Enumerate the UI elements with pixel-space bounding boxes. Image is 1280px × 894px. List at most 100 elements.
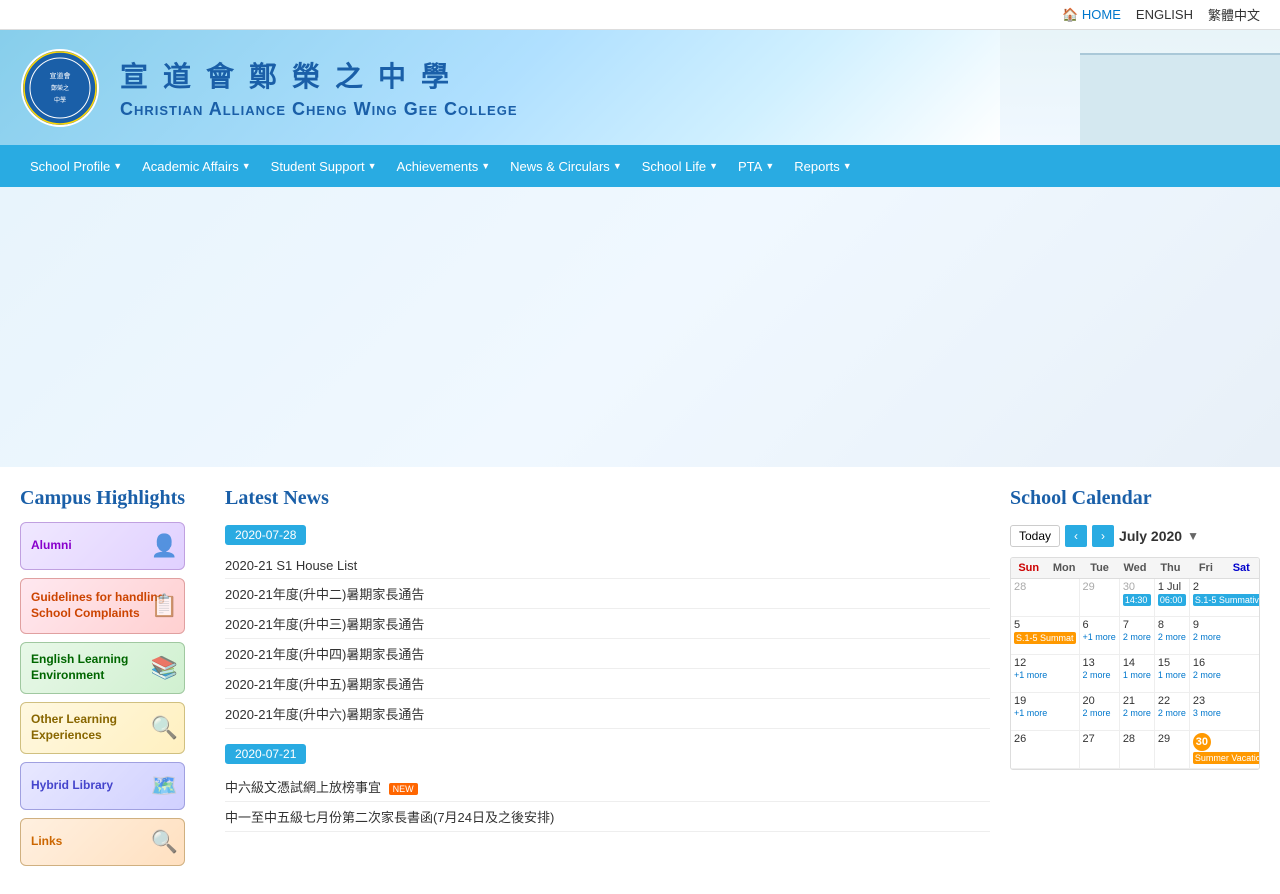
cal-cell[interactable]: 2S.1-5 Summativ: [1190, 579, 1260, 617]
calendar-days-header: Sun Mon Tue Wed Thu Fri Sat: [1011, 558, 1259, 579]
news-item[interactable]: 2020-21年度(升中五)暑期家長通告: [225, 669, 990, 699]
news-item[interactable]: 2020-21年度(升中四)暑期家長通告: [225, 639, 990, 669]
banner-slideshow[interactable]: [0, 187, 1280, 467]
news-item[interactable]: 2020-21年度(升中六)暑期家長通告: [225, 699, 990, 729]
nav-arrow-icon: ▼: [113, 161, 122, 171]
nav-arrow-icon: ▼: [709, 161, 718, 171]
cal-cell[interactable]: 212 more: [1120, 693, 1155, 731]
calendar-next-button[interactable]: ›: [1092, 525, 1114, 547]
home-link[interactable]: 🏠 HOME: [1062, 7, 1121, 23]
cal-cell[interactable]: 29: [1080, 579, 1120, 617]
sidebar-card-links[interactable]: Links 🔍: [20, 818, 185, 866]
news-date-badge-1: 2020-07-21: [225, 744, 306, 764]
cal-cell[interactable]: 82 more: [1155, 617, 1190, 655]
new-badge: NEW: [389, 783, 418, 795]
news-group-0: 2020-07-28 2020-21 S1 House List 2020-21…: [225, 525, 990, 729]
library-icon: 🗺️: [151, 773, 178, 799]
school-logo[interactable]: 宣道會 鄭榮之 中學: [20, 48, 100, 128]
calendar-today-button[interactable]: Today: [1010, 525, 1060, 547]
news-title: Latest News: [225, 487, 990, 510]
nav-arrow-icon: ▼: [481, 161, 490, 171]
cal-cell[interactable]: 27: [1080, 731, 1120, 769]
nav-school-life[interactable]: School Life ▼: [632, 147, 728, 186]
news-item[interactable]: 2020-21 S1 House List: [225, 553, 990, 579]
sidebar-card-library[interactable]: Hybrid Library 🗺️: [20, 762, 185, 810]
nav-reports[interactable]: Reports ▼: [784, 147, 861, 186]
sidebar-card-alumni[interactable]: Alumni 👤: [20, 522, 185, 570]
nav-arrow-icon: ▼: [242, 161, 251, 171]
sidebar-card-complaints[interactable]: Guidelines for handling School Complaint…: [20, 578, 185, 634]
calendar-body: 28 29 3014:30 1 Jul06:00 2S.1-5 Summativ…: [1011, 579, 1259, 769]
cal-cell[interactable]: 233 more: [1190, 693, 1260, 731]
cal-cell[interactable]: 29: [1155, 731, 1190, 769]
nav-academic-affairs[interactable]: Academic Affairs ▼: [132, 147, 261, 186]
nav-arrow-icon: ▼: [765, 161, 774, 171]
cal-head-thu: Thu: [1153, 558, 1188, 578]
header-building-image: [1000, 30, 1280, 145]
news-item[interactable]: 中一至中五級七月份第二次家長書函(7月24日及之後安排): [225, 802, 990, 832]
calendar-grid: Sun Mon Tue Wed Thu Fri Sat 28 29 3014:3…: [1010, 557, 1260, 770]
cal-cell[interactable]: 92 more: [1190, 617, 1260, 655]
news-item[interactable]: 2020-21年度(升中三)暑期家長通告: [225, 609, 990, 639]
calendar-prev-button[interactable]: ‹: [1065, 525, 1087, 547]
cal-head-wed: Wed: [1117, 558, 1152, 578]
nav-pta[interactable]: PTA ▼: [728, 147, 784, 186]
cal-cell[interactable]: 151 more: [1155, 655, 1190, 693]
english-icon: 📚: [151, 655, 178, 681]
calendar-title: School Calendar: [1010, 487, 1260, 510]
cal-cell[interactable]: 72 more: [1120, 617, 1155, 655]
cal-cell[interactable]: 19+1 more: [1011, 693, 1080, 731]
cal-cell[interactable]: 141 more: [1120, 655, 1155, 693]
cal-cell[interactable]: 12+1 more: [1011, 655, 1080, 693]
cal-head-fri: Fri: [1188, 558, 1223, 578]
cal-cell-today[interactable]: 30Summer Vacation: [1190, 731, 1260, 769]
cal-cell[interactable]: 162 more: [1190, 655, 1260, 693]
cal-cell[interactable]: 222 more: [1155, 693, 1190, 731]
sidebar-card-other[interactable]: Other Learning Experiences 🔍: [20, 702, 185, 754]
cal-head-sun: Sun: [1011, 558, 1046, 578]
calendar-month-label: July 2020: [1119, 528, 1182, 544]
nav-achievements[interactable]: Achievements ▼: [387, 147, 501, 186]
main-nav: School Profile ▼ Academic Affairs ▼ Stud…: [0, 145, 1280, 187]
calendar-dropdown-icon[interactable]: ▼: [1187, 529, 1199, 543]
cal-cell[interactable]: 26: [1011, 731, 1080, 769]
sidebar-title: Campus Highlights: [20, 487, 205, 510]
nav-arrow-icon: ▼: [368, 161, 377, 171]
cal-cell[interactable]: 3014:30: [1120, 579, 1155, 617]
nav-school-profile[interactable]: School Profile ▼: [20, 147, 132, 186]
cal-head-sat: Sat: [1224, 558, 1259, 578]
cal-cell[interactable]: 1 Jul06:00: [1155, 579, 1190, 617]
sidebar-card-english[interactable]: English Learning Environment 📚: [20, 642, 185, 694]
cal-cell[interactable]: 202 more: [1080, 693, 1120, 731]
complaints-icon: 📋: [151, 593, 178, 619]
svg-text:鄭榮之: 鄭榮之: [51, 84, 69, 92]
other-icon: 🔍: [151, 715, 178, 741]
news-item[interactable]: 中六級文憑試網上放榜事宜 NEW: [225, 772, 990, 802]
cal-cell[interactable]: 28: [1011, 579, 1080, 617]
cal-cell[interactable]: 28: [1120, 731, 1155, 769]
english-link[interactable]: ENGLISH: [1136, 7, 1193, 22]
cal-cell[interactable]: 6+1 more: [1080, 617, 1120, 655]
cal-cell[interactable]: 132 more: [1080, 655, 1120, 693]
links-icon: 🔍: [151, 829, 178, 855]
calendar-header: Today ‹ › July 2020 ▼: [1010, 525, 1260, 547]
calendar-section: School Calendar Today ‹ › July 2020 ▼ Su…: [1010, 487, 1260, 874]
news-item[interactable]: 2020-21年度(升中二)暑期家長通告: [225, 579, 990, 609]
svg-text:宣道會: 宣道會: [50, 71, 71, 80]
nav-news-circulars[interactable]: News & Circulars ▼: [500, 147, 632, 186]
content-area: Campus Highlights Alumni 👤 Guidelines fo…: [0, 467, 1280, 894]
top-bar: 🏠 HOME ENGLISH 繁體中文: [0, 0, 1280, 30]
nav-arrow-icon: ▼: [843, 161, 852, 171]
svg-text:中學: 中學: [54, 96, 66, 104]
chinese-link[interactable]: 繁體中文: [1208, 5, 1260, 24]
cal-head-tue: Tue: [1082, 558, 1117, 578]
page-header: 宣道會 鄭榮之 中學 宣 道 會 鄭 榮 之 中 學 Christian All…: [0, 30, 1280, 145]
cal-cell[interactable]: 5S.1-5 Summat: [1011, 617, 1080, 655]
news-date-badge-0: 2020-07-28: [225, 525, 306, 545]
main-wrapper: 🏠 HOME ENGLISH 繁體中文 宣道會 鄭榮之 中學 宣 道 會 鄭 榮…: [0, 0, 1280, 894]
nav-student-support[interactable]: Student Support ▼: [261, 147, 387, 186]
home-icon: 🏠: [1062, 7, 1078, 22]
cal-head-mon: Mon: [1046, 558, 1081, 578]
sidebar: Campus Highlights Alumni 👤 Guidelines fo…: [20, 487, 205, 874]
nav-arrow-icon: ▼: [613, 161, 622, 171]
